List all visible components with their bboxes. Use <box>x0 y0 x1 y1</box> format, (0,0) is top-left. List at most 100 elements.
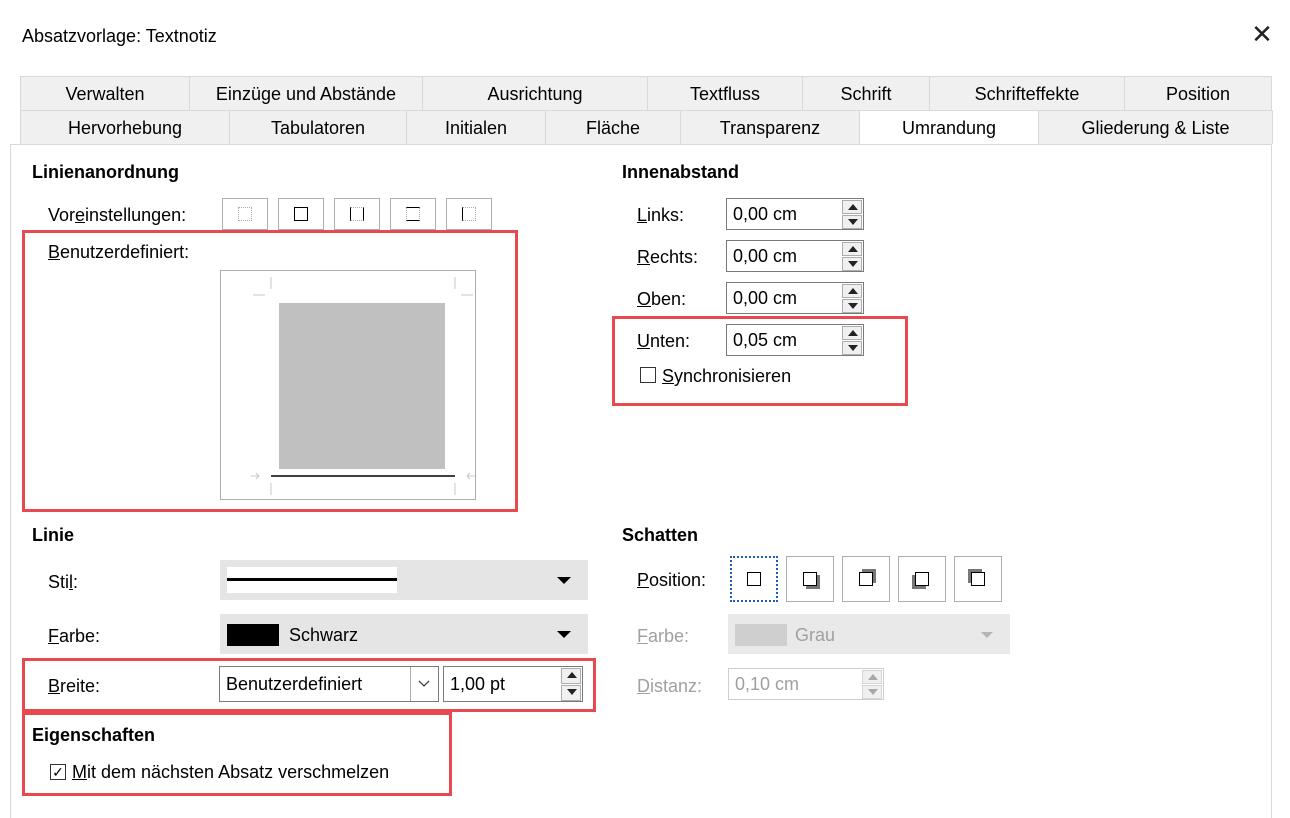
breite-pt-spinbox[interactable]: 1,00 pt <box>443 666 583 702</box>
unten-down-button[interactable] <box>842 341 862 355</box>
distanz-down-button[interactable] <box>862 685 882 699</box>
preset-left-right-button[interactable] <box>334 198 380 230</box>
shadow-top-right-icon <box>859 572 873 586</box>
tab-hervorhebung[interactable]: Hervorhebung <box>20 110 230 144</box>
farbe-dropdown[interactable]: Schwarz <box>220 614 588 654</box>
shadow-color-swatch <box>735 624 787 646</box>
schatten-farbe-label: Farbe: <box>637 626 690 646</box>
linie-heading: Linie <box>32 525 75 545</box>
preset-top-bottom-button[interactable] <box>390 198 436 230</box>
arrow-up-icon <box>567 672 577 678</box>
dropdown-arrow-icon <box>557 631 571 638</box>
eigenschaften-heading: Eigenschaften <box>32 725 156 745</box>
breite-dropdown[interactable]: Benutzerdefiniert <box>219 666 439 702</box>
shadow-bottom-right-icon <box>803 572 817 586</box>
distanz-label: Distanz: <box>637 676 703 696</box>
tab-flaeche[interactable]: Fläche <box>545 110 681 144</box>
position-label: Position: <box>637 570 707 590</box>
tab-tabulatoren[interactable]: Tabulatoren <box>229 110 407 144</box>
unten-value[interactable]: 0,05 cm <box>733 330 797 351</box>
merge-checkbox[interactable]: ✓ <box>50 764 66 780</box>
tab-gliederung[interactable]: Gliederung & Liste <box>1038 110 1273 144</box>
schatten-heading: Schatten <box>622 525 699 545</box>
tab-schrift[interactable]: Schrift <box>802 76 930 110</box>
sync-checkbox[interactable] <box>640 367 656 383</box>
rechts-down-button[interactable] <box>842 257 862 271</box>
custom-label: Benutzerdefiniert: <box>48 242 190 262</box>
unten-spinbox[interactable]: 0,05 cm <box>726 324 864 356</box>
tab-row-2: Hervorhebung Tabulatoren Initialen Fläch… <box>20 110 1273 144</box>
distanz-value[interactable]: 0,10 cm <box>735 674 799 695</box>
tab-textfluss[interactable]: Textfluss <box>647 76 803 110</box>
dropdown-arrow-icon <box>557 577 571 584</box>
shadow-bottom-left-button[interactable] <box>898 556 946 602</box>
solid-line-icon <box>227 578 397 581</box>
oben-label: Oben: <box>637 289 687 309</box>
links-up-button[interactable] <box>842 200 862 214</box>
oben-spinbox[interactable]: 0,00 cm <box>726 282 864 314</box>
links-value[interactable]: 0,00 cm <box>733 204 797 225</box>
dropdown-arrow-icon <box>981 632 993 638</box>
distanz-up-button[interactable] <box>862 670 882 684</box>
border-left-icon <box>462 207 476 221</box>
tab-initialen[interactable]: Initialen <box>406 110 546 144</box>
shadow-top-left-button[interactable] <box>954 556 1002 602</box>
sync-label[interactable]: Synchronisieren <box>662 366 791 387</box>
arrow-up-icon <box>848 330 858 336</box>
breite-label: Breite: <box>48 676 101 696</box>
border-preview[interactable] <box>220 270 476 500</box>
color-swatch <box>227 624 279 646</box>
rechts-spinbox[interactable]: 0,00 cm <box>726 240 864 272</box>
innenabstand-heading: Innenabstand <box>622 162 740 182</box>
tab-ausrichtung[interactable]: Ausrichtung <box>422 76 648 110</box>
arrow-down-icon <box>567 689 577 695</box>
breite-down-button[interactable] <box>561 685 581 701</box>
rechts-up-button[interactable] <box>842 242 862 256</box>
oben-value[interactable]: 0,00 cm <box>733 288 797 309</box>
links-label: Links: <box>637 205 685 225</box>
shadow-bottom-left-icon <box>915 572 929 586</box>
shadow-top-left-icon <box>971 572 985 586</box>
links-down-button[interactable] <box>842 215 862 229</box>
oben-down-button[interactable] <box>842 299 862 313</box>
tab-einzuege[interactable]: Einzüge und Abstände <box>189 76 423 110</box>
tab-position[interactable]: Position <box>1124 76 1272 110</box>
stil-dropdown[interactable] <box>220 560 588 600</box>
arrow-up-icon <box>848 246 858 252</box>
arrow-up-icon <box>848 288 858 294</box>
border-none-icon <box>238 207 252 221</box>
tab-row-1: Verwalten Einzüge und Abstände Ausrichtu… <box>20 76 1272 110</box>
rechts-label: Rechts: <box>637 247 699 267</box>
breite-value: Benutzerdefiniert <box>226 674 363 694</box>
distanz-spinbox[interactable]: 0,10 cm <box>728 668 884 700</box>
preset-box-button[interactable] <box>278 198 324 230</box>
preset-left-button[interactable] <box>446 198 492 230</box>
schatten-farbe-dropdown[interactable]: Grau <box>728 614 1010 654</box>
arrow-down-icon <box>868 689 878 695</box>
shadow-none-button[interactable] <box>730 556 778 602</box>
arrow-down-icon <box>848 303 858 309</box>
shadow-bottom-right-button[interactable] <box>786 556 834 602</box>
arrow-up-icon <box>848 204 858 210</box>
close-icon[interactable]: ✕ <box>1248 20 1276 48</box>
rechts-value[interactable]: 0,00 cm <box>733 246 797 267</box>
tab-umrandung[interactable]: Umrandung <box>859 110 1039 144</box>
farbe-value: Schwarz <box>289 625 359 645</box>
border-left-right-icon <box>350 207 364 221</box>
unten-label: Unten: <box>637 331 691 351</box>
preset-none-button[interactable] <box>222 198 268 230</box>
breite-pt-value[interactable]: 1,00 pt <box>450 674 505 695</box>
tab-verwalten[interactable]: Verwalten <box>20 76 190 110</box>
oben-up-button[interactable] <box>842 284 862 298</box>
window-title: Absatzvorlage: Textnotiz <box>22 26 217 46</box>
tab-transparenz[interactable]: Transparenz <box>680 110 860 144</box>
schatten-farbe-value: Grau <box>795 625 836 645</box>
unten-up-button[interactable] <box>842 326 862 340</box>
breite-up-button[interactable] <box>561 668 581 684</box>
links-spinbox[interactable]: 0,00 cm <box>726 198 864 230</box>
shadow-top-right-button[interactable] <box>842 556 890 602</box>
breite-dropdown-button[interactable] <box>410 667 438 701</box>
merge-label[interactable]: Mit dem nächsten Absatz verschmelzen <box>72 762 389 783</box>
tab-schrifteffekte[interactable]: Schrifteffekte <box>929 76 1125 110</box>
stil-label: Stil: <box>48 572 79 592</box>
